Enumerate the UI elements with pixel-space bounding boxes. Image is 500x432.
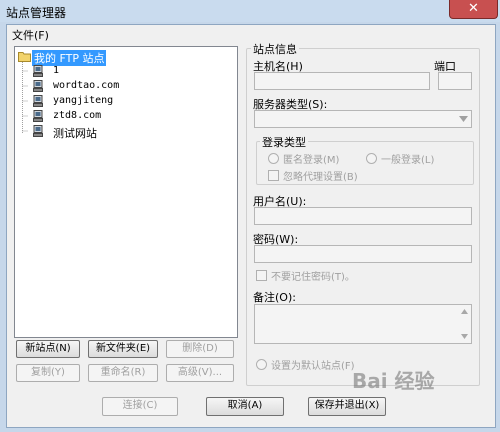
watermark-logo: Bai 经验: [352, 365, 472, 399]
scroll-down-icon[interactable]: [461, 334, 468, 339]
port-input[interactable]: [438, 72, 472, 90]
delete-button[interactable]: 删除(D): [166, 340, 234, 358]
anonymous-label: 匿名登录(M): [283, 155, 340, 166]
default-site-radio[interactable]: [256, 359, 267, 370]
connect-button[interactable]: 连接(C): [102, 397, 178, 416]
computer-icon: [33, 95, 43, 107]
copy-button[interactable]: 复制(Y): [16, 364, 80, 382]
computer-icon: [33, 125, 43, 137]
folder-icon: [18, 52, 31, 62]
window-title: 站点管理器: [6, 6, 67, 20]
new-folder-button[interactable]: 新文件夹(E): [88, 340, 158, 358]
tree-item-label: yangjiteng: [53, 95, 114, 106]
notes-label: 备注(O):: [253, 291, 296, 304]
watermark-text: Bai 经验: [352, 369, 435, 393]
computer-icon: [33, 65, 43, 77]
title-bar: [0, 0, 500, 22]
notes-textarea[interactable]: [254, 304, 472, 344]
server-type-select[interactable]: [254, 110, 472, 128]
new-site-button[interactable]: 新站点(N): [16, 340, 80, 358]
tree-item-label: 测试网站: [53, 127, 97, 140]
normal-login-label: 一般登录(L): [381, 155, 435, 166]
ignore-proxy-checkbox[interactable]: [268, 170, 279, 181]
chevron-down-icon: [459, 116, 468, 122]
computer-icon: [33, 110, 43, 122]
normal-login-radio[interactable]: [366, 153, 377, 164]
username-input[interactable]: [254, 207, 472, 225]
host-input[interactable]: [254, 72, 430, 90]
menu-file[interactable]: 文件(F): [12, 27, 49, 43]
tree-root-label: 我的 FTP 站点: [32, 50, 107, 66]
no-remember-checkbox[interactable]: [256, 270, 267, 281]
default-site-label: 设置为默认站点(F): [271, 361, 355, 372]
scroll-up-icon[interactable]: [461, 309, 468, 314]
tree-item-label: wordtao.com: [53, 80, 120, 91]
menu-bar: [7, 25, 493, 42]
close-button[interactable]: ✕: [449, 0, 498, 19]
computer-icon: [33, 80, 43, 92]
site-tree[interactable]: [14, 46, 238, 338]
anonymous-radio[interactable]: [268, 153, 279, 164]
no-remember-label: 不要记住密码(T)。: [271, 272, 355, 283]
tree-item-label: 1: [53, 65, 60, 76]
login-type-title: 登录类型: [260, 134, 308, 150]
site-info-title: 站点信息: [251, 41, 299, 57]
tree-item-label: ztd8.com: [53, 110, 102, 121]
ignore-proxy-label: 忽略代理设置(B): [283, 172, 358, 183]
password-input[interactable]: [254, 245, 472, 263]
rename-button[interactable]: 重命名(R): [88, 364, 158, 382]
cancel-button[interactable]: 取消(A): [206, 397, 284, 416]
advanced-button[interactable]: 高级(V)...: [166, 364, 234, 382]
save-exit-button[interactable]: 保存并退出(X): [308, 397, 386, 416]
